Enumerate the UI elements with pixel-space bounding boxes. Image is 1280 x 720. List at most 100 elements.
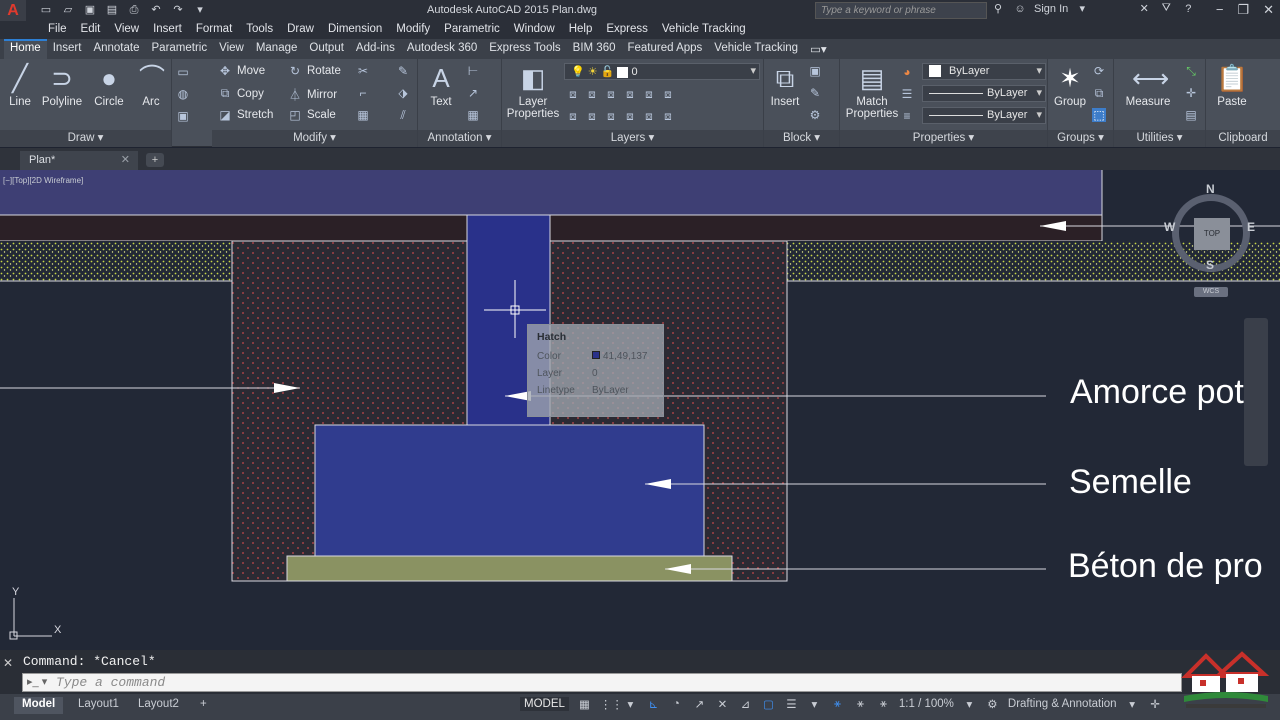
rectangle-icon[interactable]: ▭ xyxy=(176,65,190,79)
layout-tab-layout2[interactable]: Layout2 xyxy=(130,697,187,714)
table-icon[interactable]: ▦ xyxy=(466,108,480,122)
tab-annotate[interactable]: Annotate xyxy=(87,39,145,59)
binoculars-icon[interactable]: ⚲ xyxy=(990,2,1006,15)
stretch-button[interactable]: ◪ Stretch xyxy=(218,108,273,122)
menu-express[interactable]: Express xyxy=(599,21,655,39)
tab-output[interactable]: Output xyxy=(303,39,350,59)
utilities-panel-title[interactable]: Utilities ▾ xyxy=(1114,130,1205,147)
transparency-icon[interactable]: ▾ xyxy=(807,697,822,711)
snap-icon[interactable]: ⋮⋮ xyxy=(600,697,623,711)
wcs-menu[interactable]: WCS xyxy=(1194,287,1228,297)
menu-help[interactable]: Help xyxy=(562,21,600,39)
fillet-icon[interactable]: ⌐ xyxy=(356,86,370,100)
insert-block-button[interactable]: ⧉ Insert xyxy=(766,63,804,108)
menu-insert[interactable]: Insert xyxy=(146,21,189,39)
object-snap-tracking-icon[interactable]: ✕ xyxy=(715,697,730,711)
tab-view[interactable]: View xyxy=(213,39,250,59)
lineweight-toggle-icon[interactable]: ☰ xyxy=(784,697,799,711)
isodraft-icon[interactable]: ↗ xyxy=(692,697,707,711)
snap-dropdown-icon[interactable]: ▾ xyxy=(623,697,638,711)
layer-tools-row1[interactable]: ⧈ ⧈ ⧈ ⧈ ⧈ ⧈ xyxy=(566,87,675,102)
model-space-button[interactable]: MODEL xyxy=(520,697,569,711)
menu-tools[interactable]: Tools xyxy=(239,21,280,39)
exchange-icon[interactable]: ✕ xyxy=(1136,2,1152,15)
polar-icon[interactable]: ◔ xyxy=(669,698,684,710)
annotation-panel-title[interactable]: Annotation ▾ xyxy=(418,130,501,147)
array-icon[interactable]: ▦ xyxy=(356,108,370,122)
minimize-icon[interactable]: − xyxy=(1216,2,1224,18)
layout-tab-layout1[interactable]: Layout1 xyxy=(70,697,127,714)
annotation-monitor-icon[interactable]: ✛ xyxy=(1148,697,1163,711)
ungroup-icon[interactable]: ⟳ xyxy=(1092,64,1106,78)
polyline-button[interactable]: ⊃ Polyline xyxy=(40,63,84,108)
drawing-canvas[interactable]: [−][Top][2D Wireframe] Y X Hatch Color 4… xyxy=(0,170,1280,650)
new-tab-button[interactable]: + xyxy=(146,153,164,167)
modify-panel-title[interactable]: Modify ▾ xyxy=(212,130,417,147)
autodesk-app-icon[interactable]: ⛛ xyxy=(1158,2,1174,15)
qat-dropdown-icon[interactable]: ▾ xyxy=(192,3,208,17)
tab-home[interactable]: Home xyxy=(4,39,47,59)
workspace-gear-icon[interactable]: ⚙ xyxy=(985,697,1000,711)
circle-button[interactable]: ● Circle xyxy=(92,63,126,108)
color-dropdown[interactable]: ByLayer xyxy=(922,63,1046,80)
search-input[interactable]: Type a keyword or phrase xyxy=(815,2,987,19)
user-icon[interactable]: ☺ xyxy=(1012,3,1028,15)
mirror-button[interactable]: ⏃ Mirror xyxy=(288,86,337,103)
viewcube-top-face[interactable]: TOP xyxy=(1194,218,1230,250)
object-snap-2d-icon[interactable]: ▢ xyxy=(761,697,776,711)
lineweight-dropdown[interactable]: ByLayer xyxy=(922,107,1046,124)
navigation-bar[interactable] xyxy=(1244,318,1268,466)
command-prompt-icon[interactable]: ▸_ ▾ xyxy=(27,675,47,688)
restore-icon[interactable]: ❐ xyxy=(1237,2,1249,18)
workspace-dropdown-icon[interactable]: ▾ xyxy=(1125,697,1140,711)
group-button[interactable]: ✶ Group xyxy=(1050,63,1090,108)
hatch-icon[interactable]: ◍ xyxy=(176,87,190,101)
menu-modify[interactable]: Modify xyxy=(389,21,437,39)
menu-edit[interactable]: Edit xyxy=(74,21,108,39)
layer-dropdown[interactable]: 💡 ☀ 🔓 0 xyxy=(564,63,760,80)
new-layout-button[interactable]: + xyxy=(192,697,215,714)
command-input[interactable]: ▸_ ▾ Type a command xyxy=(22,673,1182,692)
properties-panel-title[interactable]: Properties ▾ xyxy=(840,130,1047,147)
tab-plan-drawing[interactable]: Plan* ✕ xyxy=(20,151,138,170)
autocad-logo-icon[interactable]: A xyxy=(0,0,26,21)
tab-add-ins[interactable]: Add-ins xyxy=(350,39,401,59)
text-button[interactable]: A Text xyxy=(424,63,458,108)
edit-block-icon[interactable]: ✎ xyxy=(808,86,822,100)
ortho-icon[interactable]: ⊾ xyxy=(646,697,661,711)
tab-bim-360[interactable]: BIM 360 xyxy=(567,39,622,59)
help-icon[interactable]: ? xyxy=(1180,3,1196,15)
viewport-controls-label[interactable]: [−][Top][2D Wireframe] xyxy=(3,176,83,185)
grid-icon[interactable]: ▦ xyxy=(577,697,592,711)
menu-parametric[interactable]: Parametric xyxy=(437,21,507,39)
layer-tools-row2[interactable]: ⧈ ⧈ ⧈ ⧈ ⧈ ⧈ xyxy=(566,109,675,124)
match-properties-button[interactable]: ▤ Match Properties xyxy=(844,63,900,120)
save-icon[interactable]: ▣ xyxy=(82,3,98,17)
redo-icon[interactable]: ↷ xyxy=(170,3,186,17)
menu-view[interactable]: View xyxy=(107,21,146,39)
move-button[interactable]: ✥ Move xyxy=(218,64,265,78)
group-selection-icon[interactable]: ⬚ xyxy=(1092,108,1106,122)
menu-format[interactable]: Format xyxy=(189,21,239,39)
tab-insert[interactable]: Insert xyxy=(47,39,88,59)
clipboard-panel-title[interactable]: Clipboard xyxy=(1206,130,1280,147)
line-button[interactable]: ╱ Line xyxy=(4,63,36,108)
menu-vehicle-tracking[interactable]: Vehicle Tracking xyxy=(655,21,753,39)
group-edit-icon[interactable]: ⧉ xyxy=(1092,86,1106,101)
tab-manage[interactable]: Manage xyxy=(250,39,304,59)
region-icon[interactable]: ▣ xyxy=(176,109,190,123)
groups-panel-title[interactable]: Groups ▾ xyxy=(1048,130,1113,147)
object-snap-icon[interactable]: ⊿ xyxy=(738,697,753,711)
arc-button[interactable]: ⌒ Arc xyxy=(136,63,166,108)
block-attribute-icon[interactable]: ⚙ xyxy=(808,108,822,122)
leader-icon[interactable]: ↗ xyxy=(466,86,480,100)
draw-panel-title[interactable]: Draw ▾ xyxy=(0,130,171,147)
dimension-icon[interactable]: ⊢ xyxy=(466,64,480,78)
open-icon[interactable]: ▱ xyxy=(60,3,76,17)
quick-select-icon[interactable]: ⤡ xyxy=(1184,64,1198,79)
layer-properties-button[interactable]: ◧ Layer Properties xyxy=(506,63,560,120)
compass-east[interactable]: E xyxy=(1247,220,1255,234)
annotation-scale-icon[interactable]: ⚹ xyxy=(876,698,891,711)
calculator-icon[interactable]: ▤ xyxy=(1184,108,1198,122)
trim-icon[interactable]: ✂ xyxy=(356,64,370,78)
